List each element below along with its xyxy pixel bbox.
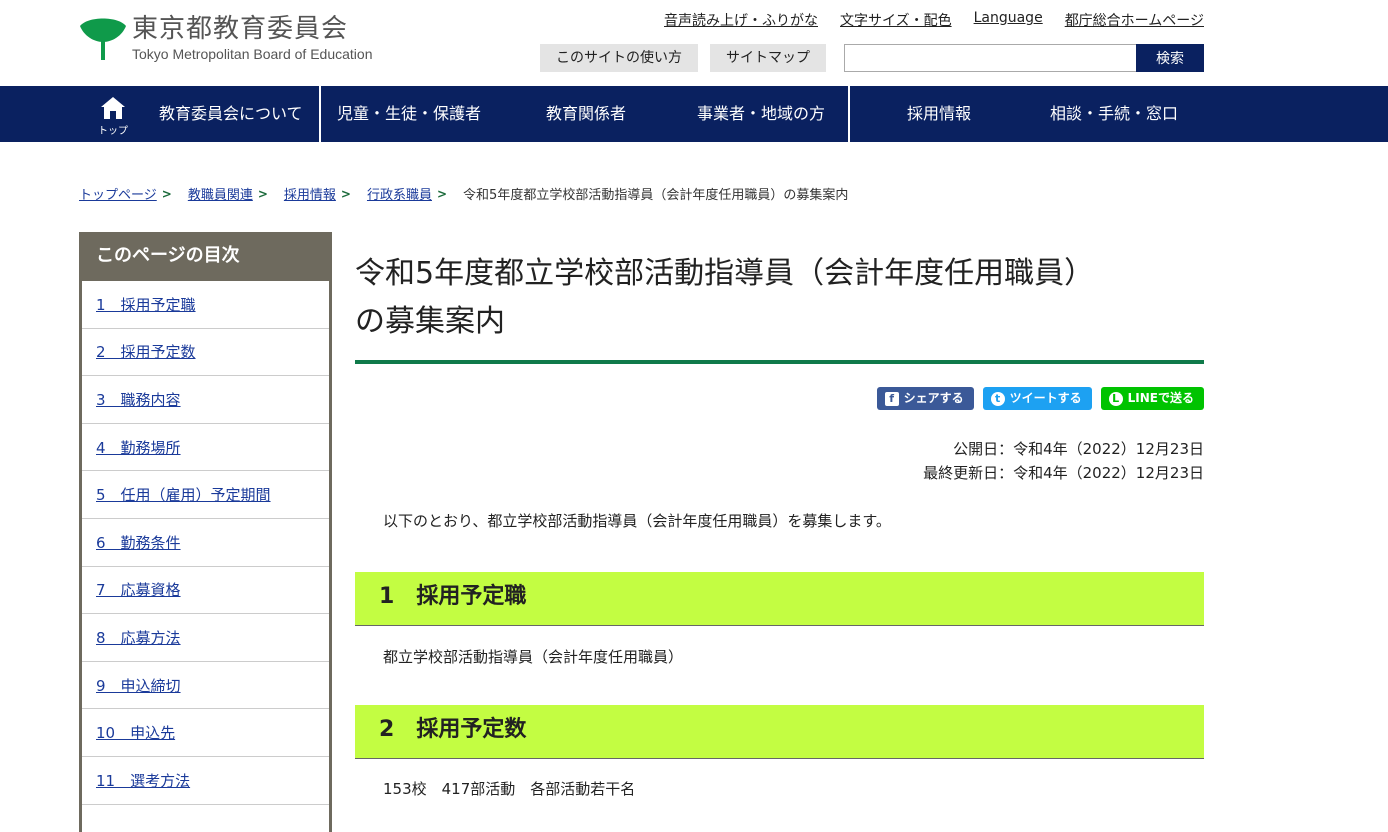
toc-link[interactable]: 11 選考方法 xyxy=(96,770,190,791)
site-logo[interactable]: 東京都教育委員会 Tokyo Metropolitan Board of Edu… xyxy=(78,12,388,68)
link-metro-gov-home[interactable]: 都庁総合ホームページ xyxy=(1065,10,1204,30)
toc-item: 10 申込先 xyxy=(82,709,329,757)
section-number: 2 xyxy=(379,717,395,742)
toc-heading: このページの目次 xyxy=(82,235,329,281)
toc-item: 11 選考方法 xyxy=(82,757,329,805)
twitter-bird-icon: t xyxy=(990,391,1005,406)
toc-link[interactable]: 3 職務内容 xyxy=(96,389,181,410)
nav-business-community[interactable]: 事業者・地域の方 xyxy=(697,86,825,142)
line-share-label: LINEで送る xyxy=(1127,391,1194,405)
facebook-icon: f xyxy=(884,391,899,406)
toc-item: 9 申込締切 xyxy=(82,662,329,710)
how-to-use-button[interactable]: このサイトの使い方 xyxy=(540,44,698,72)
toc-item: 5 任用（雇用）予定期間 xyxy=(82,471,329,519)
chevron-right-icon: > xyxy=(340,186,351,201)
sub-navigation: このサイトの使い方 サイトマップ xyxy=(540,44,826,72)
toc-item: 6 勤務条件 xyxy=(82,519,329,567)
page-toc: このページの目次 1 採用予定職 2 採用予定数 3 職務内容 4 勤務場所 5… xyxy=(79,232,332,832)
nav-home[interactable]: トップ xyxy=(90,86,136,142)
page-title-line2: の募集案内 xyxy=(355,304,505,339)
toc-link[interactable]: 8 応募方法 xyxy=(96,627,181,648)
link-read-aloud[interactable]: 音声読み上げ・ふりがな xyxy=(664,10,818,30)
link-language[interactable]: Language xyxy=(974,10,1043,30)
toc-link[interactable]: 5 任用（雇用）予定期間 xyxy=(96,484,271,505)
nav-consultation[interactable]: 相談・手続・窓口 xyxy=(1050,86,1178,142)
global-nav: トップ 教育委員会について 児童・生徒・保護者 教育関係者 事業者・地域の方 採… xyxy=(0,86,1388,142)
nav-recruitment[interactable]: 採用情報 xyxy=(907,86,971,142)
toc-link[interactable]: 9 申込締切 xyxy=(96,675,181,696)
section-heading: 2 採用予定数 xyxy=(355,705,1204,759)
section-number: 1 xyxy=(379,584,395,609)
ginkgo-logo-icon xyxy=(80,18,126,60)
home-icon xyxy=(101,97,125,119)
toc-link[interactable]: 10 申込先 xyxy=(96,722,175,743)
page-title-line1: 令和5年度都立学校部活動指導員（会計年度任用職員） xyxy=(355,256,1095,291)
toc-link[interactable]: 1 採用予定職 xyxy=(96,294,196,315)
toc-item: 2 採用予定数 xyxy=(82,329,329,377)
section-body: 153校 417部活動 各部活動若干名 xyxy=(383,780,636,798)
nav-divider xyxy=(319,86,321,142)
twitter-share-button[interactable]: t ツイートする xyxy=(982,387,1092,410)
breadcrumb: トップページ > 教職員関連 > 採用情報 > 行政系職員 > 令和5年度都立学校部活動… xyxy=(79,184,849,204)
title-divider xyxy=(355,360,1204,364)
section-title: 採用予定数 xyxy=(416,717,527,742)
toc-item: 4 勤務場所 xyxy=(82,424,329,472)
chevron-right-icon: > xyxy=(436,186,448,201)
nav-about-board[interactable]: 教育委員会について xyxy=(159,86,303,142)
facebook-share-button[interactable]: f シェアする xyxy=(876,387,974,410)
breadcrumb-link[interactable]: 行政系職員 xyxy=(367,184,432,203)
logo-japanese: 東京都教育委員会 xyxy=(132,14,349,44)
nav-home-label: トップ xyxy=(98,126,128,137)
section-heading: 1 採用予定職 xyxy=(355,572,1204,626)
site-search: 検索 xyxy=(844,44,1204,72)
section-title: 採用予定職 xyxy=(416,584,527,609)
updated-date: 最終更新日：令和4年（2022）12月23日 xyxy=(923,464,1204,482)
breadcrumb-link[interactable]: トップページ xyxy=(79,184,157,203)
intro-text: 以下のとおり、都立学校部活動指導員（会計年度任用職員）を募集します。 xyxy=(383,512,891,530)
logo-english: Tokyo Metropolitan Board of Education xyxy=(132,46,373,62)
published-date: 公開日：令和4年（2022）12月23日 xyxy=(953,440,1204,458)
nav-divider xyxy=(848,86,850,142)
toc-link[interactable]: 7 応募資格 xyxy=(96,579,181,600)
toc-item: 3 職務内容 xyxy=(82,376,329,424)
breadcrumb-link[interactable]: 採用情報 xyxy=(284,184,336,203)
toc-link[interactable]: 4 勤務場所 xyxy=(96,437,181,458)
toc-item: 1 採用予定職 xyxy=(82,281,329,329)
facebook-share-label: シェアする xyxy=(903,391,964,405)
toc-link[interactable]: 6 勤務条件 xyxy=(96,532,181,553)
chevron-right-icon: > xyxy=(161,186,172,201)
nav-students-parents[interactable]: 児童・生徒・保護者 xyxy=(337,86,481,142)
toc-link[interactable]: 2 採用予定数 xyxy=(96,341,196,362)
toc-item: 8 応募方法 xyxy=(82,614,329,662)
line-icon: L xyxy=(1108,391,1123,406)
link-text-size-color[interactable]: 文字サイズ・配色 xyxy=(840,10,952,30)
search-button[interactable]: 検索 xyxy=(1136,44,1204,72)
utility-links: 音声読み上げ・ふりがな 文字サイズ・配色 Language 都庁総合ホームページ xyxy=(664,10,1204,30)
search-input[interactable] xyxy=(844,44,1136,72)
sitemap-button[interactable]: サイトマップ xyxy=(710,44,826,72)
share-buttons: f シェアする t ツイートする L LINEで送る xyxy=(876,387,1204,410)
section-body: 都立学校部活動指導員（会計年度任用職員） xyxy=(383,648,684,666)
chevron-right-icon: > xyxy=(257,186,268,201)
page-title: 令和5年度都立学校部活動指導員（会計年度任用職員） の募集案内 xyxy=(355,250,1204,346)
breadcrumb-current: 令和5年度都立学校部活動指導員（会計年度任用職員）の募集案内 xyxy=(463,188,849,203)
nav-educators[interactable]: 教育関係者 xyxy=(546,86,626,142)
page-dates: 公開日：令和4年（2022）12月23日 最終更新日：令和4年（2022）12月… xyxy=(923,437,1204,485)
breadcrumb-link[interactable]: 教職員関連 xyxy=(188,184,253,203)
twitter-share-label: ツイートする xyxy=(1009,391,1082,405)
line-share-button[interactable]: L LINEで送る xyxy=(1100,387,1204,410)
toc-item: 7 応募資格 xyxy=(82,567,329,615)
